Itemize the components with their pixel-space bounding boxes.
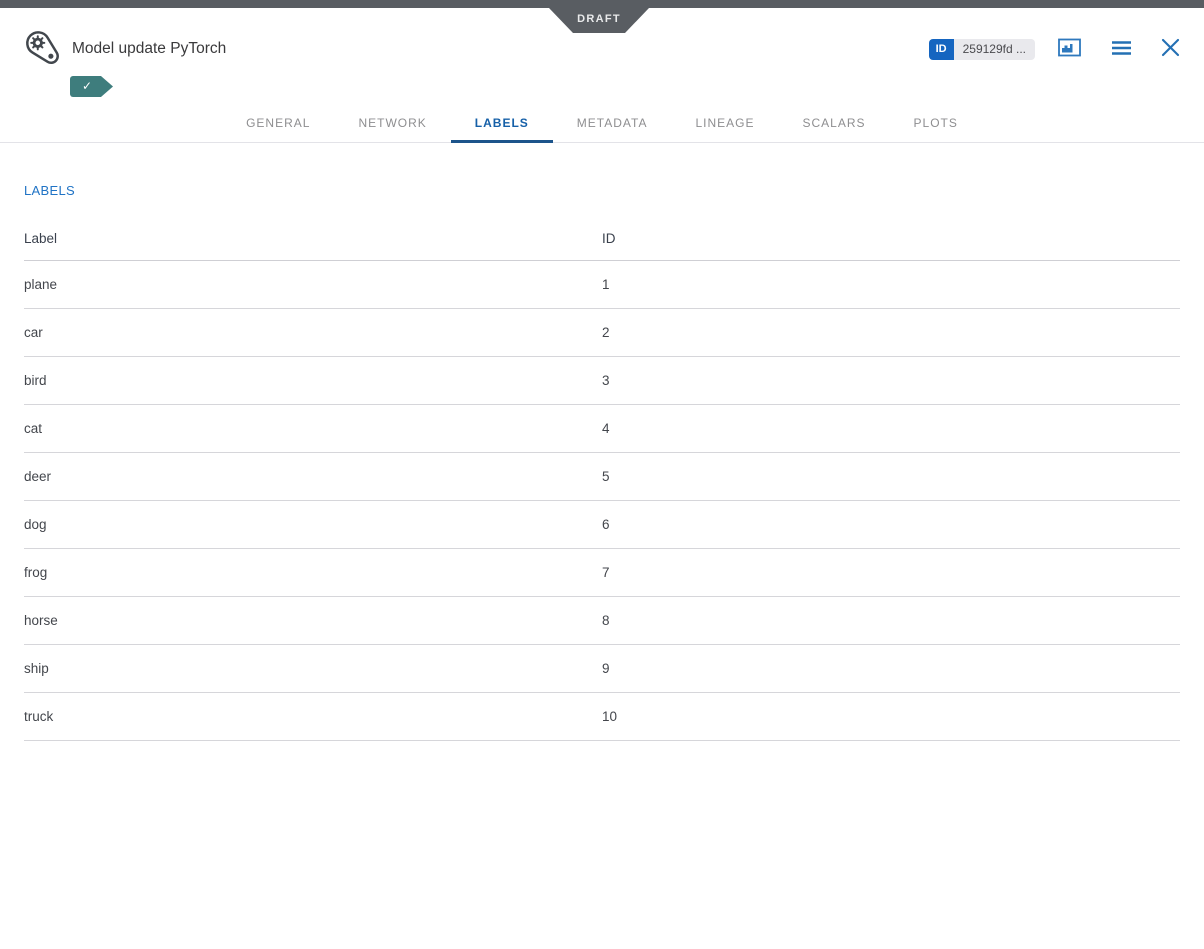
label-cell: cat [24,421,602,436]
tab-lineage[interactable]: LINEAGE [671,101,778,143]
label-cell: frog [24,565,602,580]
model-icon [24,30,62,68]
table-row: frog 7 [24,549,1180,597]
table-row: bird 3 [24,357,1180,405]
column-header-id: ID [602,231,1180,246]
labels-tab-content: LABELS Label ID plane 1 car 2 bird 3 cat… [0,183,1204,741]
table-row: cat 4 [24,405,1180,453]
status-color-bar [0,0,1204,8]
table-row: dog 6 [24,501,1180,549]
id-cell: 8 [602,613,1180,628]
checked-tag[interactable]: ✓ [70,76,113,97]
close-icon [1161,38,1180,60]
label-cell: ship [24,661,602,676]
label-cell: deer [24,469,602,484]
label-cell: plane [24,277,602,292]
labels-table: Label ID plane 1 car 2 bird 3 cat 4 deer… [24,217,1180,741]
id-cell: 7 [602,565,1180,580]
model-id-badge: ID 259129fd ... [929,39,1035,60]
column-header-label: Label [24,231,602,246]
table-row: plane 1 [24,261,1180,309]
header-row: Model update PyTorch ID 259129fd ... [24,30,1180,68]
id-hash-value[interactable]: 259129fd ... [954,39,1035,60]
id-cell: 1 [602,277,1180,292]
table-row: car 2 [24,309,1180,357]
tab-labels[interactable]: LABELS [451,101,553,143]
id-cell: 4 [602,421,1180,436]
label-cell: car [24,325,602,340]
model-title: Model update PyTorch [72,40,226,58]
image-frame-icon [1058,38,1081,60]
label-cell: horse [24,613,602,628]
hamburger-menu-icon [1112,40,1131,59]
table-body: plane 1 car 2 bird 3 cat 4 deer 5 dog 6 … [24,261,1180,741]
id-cell: 10 [602,709,1180,724]
model-detail-header: DRAFT Model update PyTorch [0,0,1204,143]
id-cell: 2 [602,325,1180,340]
table-row: deer 5 [24,453,1180,501]
table-row: horse 8 [24,597,1180,645]
section-title: LABELS [24,183,1180,199]
label-cell: dog [24,517,602,532]
id-label: ID [929,39,954,60]
label-cell: bird [24,373,602,388]
id-cell: 3 [602,373,1180,388]
tab-metadata[interactable]: METADATA [553,101,672,143]
tab-plots[interactable]: PLOTS [890,101,982,143]
id-cell: 6 [602,517,1180,532]
label-cell: truck [24,709,602,724]
tab-scalars[interactable]: SCALARS [779,101,890,143]
table-header-row: Label ID [24,217,1180,261]
model-preview-button[interactable] [1058,38,1081,60]
close-panel-button[interactable] [1161,38,1180,60]
tab-general[interactable]: GENERAL [222,101,334,143]
id-cell: 5 [602,469,1180,484]
tabs: GENERALNETWORKLABELSMETADATALINEAGESCALA… [0,101,1204,143]
header-menu-button[interactable] [1112,40,1131,59]
table-row: truck 10 [24,693,1180,741]
id-cell: 9 [602,661,1180,676]
tab-network[interactable]: NETWORK [334,101,450,143]
table-row: ship 9 [24,645,1180,693]
check-icon: ✓ [82,79,92,93]
